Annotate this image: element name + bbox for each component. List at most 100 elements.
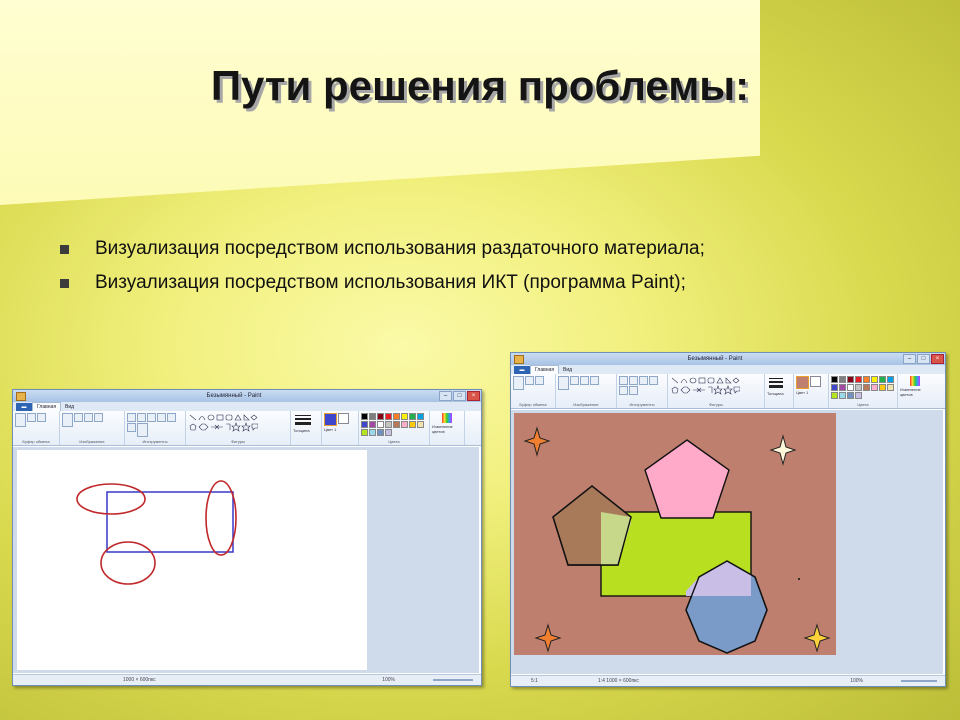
palette-color-swatch[interactable] <box>409 413 416 420</box>
palette-color-swatch[interactable] <box>361 429 368 436</box>
palette-color-swatch[interactable] <box>369 421 376 428</box>
cut-icon[interactable] <box>525 376 534 385</box>
close-button[interactable]: × <box>931 354 944 364</box>
palette-color-swatch[interactable] <box>887 384 894 391</box>
palette-color-swatch[interactable] <box>385 413 392 420</box>
palette-color-swatch[interactable] <box>879 384 886 391</box>
cut-icon[interactable] <box>27 413 36 422</box>
drawing-canvas[interactable] <box>514 413 836 655</box>
paste-icon[interactable] <box>15 413 26 427</box>
select-icon[interactable] <box>558 376 569 390</box>
color2-swatch[interactable] <box>810 376 821 387</box>
palette-color-swatch[interactable] <box>839 384 846 391</box>
rotate-icon[interactable] <box>94 413 103 422</box>
palette-color-swatch[interactable] <box>361 413 368 420</box>
palette-color-swatch[interactable] <box>369 429 376 436</box>
palette-color-swatch[interactable] <box>393 421 400 428</box>
palette-color-swatch[interactable] <box>361 421 368 428</box>
maximize-button[interactable]: □ <box>917 354 930 364</box>
color2-swatch[interactable] <box>338 413 349 424</box>
crop-icon[interactable] <box>74 413 83 422</box>
color1-swatch[interactable] <box>324 413 337 426</box>
palette-color-swatch[interactable] <box>369 413 376 420</box>
file-menu-button[interactable]: ▬ <box>514 366 530 374</box>
minimize-button[interactable]: – <box>903 354 916 364</box>
palette-color-swatch[interactable] <box>879 376 886 383</box>
shapes-gallery-icon[interactable] <box>670 376 740 396</box>
magnifier-icon[interactable] <box>629 386 638 395</box>
palette-color-swatch[interactable] <box>855 376 862 383</box>
group-label: Инструменты <box>142 439 168 444</box>
drawing-canvas[interactable] <box>17 450 367 670</box>
palette-color-swatch[interactable] <box>385 429 392 436</box>
magnifier-icon[interactable] <box>127 423 136 432</box>
copy-icon[interactable] <box>37 413 46 422</box>
palette-color-swatch[interactable] <box>887 376 894 383</box>
color1-swatch[interactable] <box>796 376 809 389</box>
window-title: Безымянный - Paint <box>687 356 743 362</box>
line-size-icon[interactable] <box>767 376 785 390</box>
palette-color-swatch[interactable] <box>839 376 846 383</box>
eraser-icon[interactable] <box>649 376 658 385</box>
tab-home[interactable]: Главная <box>32 402 62 411</box>
resize-icon[interactable] <box>84 413 93 422</box>
rotate-icon[interactable] <box>590 376 599 385</box>
palette-color-swatch[interactable] <box>847 376 854 383</box>
text-icon[interactable] <box>147 413 156 422</box>
group-label: Изображение <box>79 439 105 444</box>
file-menu-button[interactable]: ▬ <box>16 403 32 411</box>
color1-label: Цвет 1 <box>324 427 337 432</box>
select-icon[interactable] <box>62 413 73 427</box>
palette-color-swatch[interactable] <box>839 392 846 399</box>
crop-icon[interactable] <box>570 376 579 385</box>
palette-color-swatch[interactable] <box>855 392 862 399</box>
tab-home[interactable]: Главная <box>530 365 560 374</box>
palette-color-swatch[interactable] <box>385 421 392 428</box>
palette-color-swatch[interactable] <box>401 413 408 420</box>
copy-icon[interactable] <box>535 376 544 385</box>
palette-color-swatch[interactable] <box>409 421 416 428</box>
palette-color-swatch[interactable] <box>847 392 854 399</box>
palette-color-swatch[interactable] <box>831 376 838 383</box>
palette-color-swatch[interactable] <box>377 429 384 436</box>
edit-colors-icon[interactable] <box>910 376 920 386</box>
palette-color-swatch[interactable] <box>417 421 424 428</box>
minimize-button[interactable]: – <box>439 391 452 401</box>
zoom-slider[interactable] <box>433 679 473 681</box>
size-label: Толщина <box>293 428 310 433</box>
tab-view[interactable]: Вид <box>559 366 576 374</box>
brushes-icon[interactable] <box>137 423 148 437</box>
fill-icon[interactable] <box>137 413 146 422</box>
edit-colors-icon[interactable] <box>442 413 452 423</box>
resize-icon[interactable] <box>580 376 589 385</box>
palette-color-swatch[interactable] <box>831 392 838 399</box>
palette-color-swatch[interactable] <box>377 413 384 420</box>
palette-color-swatch[interactable] <box>847 384 854 391</box>
palette-color-swatch[interactable] <box>871 384 878 391</box>
zoom-slider[interactable] <box>901 680 937 682</box>
paste-icon[interactable] <box>513 376 524 390</box>
color-picker-icon[interactable] <box>167 413 176 422</box>
palette-color-swatch[interactable] <box>417 413 424 420</box>
text-icon[interactable] <box>639 376 648 385</box>
palette-color-swatch[interactable] <box>863 376 870 383</box>
palette-color-swatch[interactable] <box>863 384 870 391</box>
shapes-gallery-icon[interactable] <box>188 413 258 433</box>
pencil-icon[interactable] <box>619 376 628 385</box>
close-button[interactable]: × <box>467 391 480 401</box>
pencil-icon[interactable] <box>127 413 136 422</box>
eraser-icon[interactable] <box>157 413 166 422</box>
tab-view[interactable]: Вид <box>61 403 78 411</box>
fill-icon[interactable] <box>629 376 638 385</box>
palette-color-swatch[interactable] <box>401 421 408 428</box>
palette-color-swatch[interactable] <box>377 421 384 428</box>
palette-color-swatch[interactable] <box>855 384 862 391</box>
size-label: Толщина <box>767 391 784 396</box>
palette-color-swatch[interactable] <box>393 413 400 420</box>
palette-color-swatch[interactable] <box>871 376 878 383</box>
palette-color-swatch[interactable] <box>831 384 838 391</box>
line-size-icon[interactable] <box>293 413 313 427</box>
maximize-button[interactable]: □ <box>453 391 466 401</box>
color-picker-icon[interactable] <box>619 386 628 395</box>
group-label: Буфер обмена <box>22 439 50 444</box>
